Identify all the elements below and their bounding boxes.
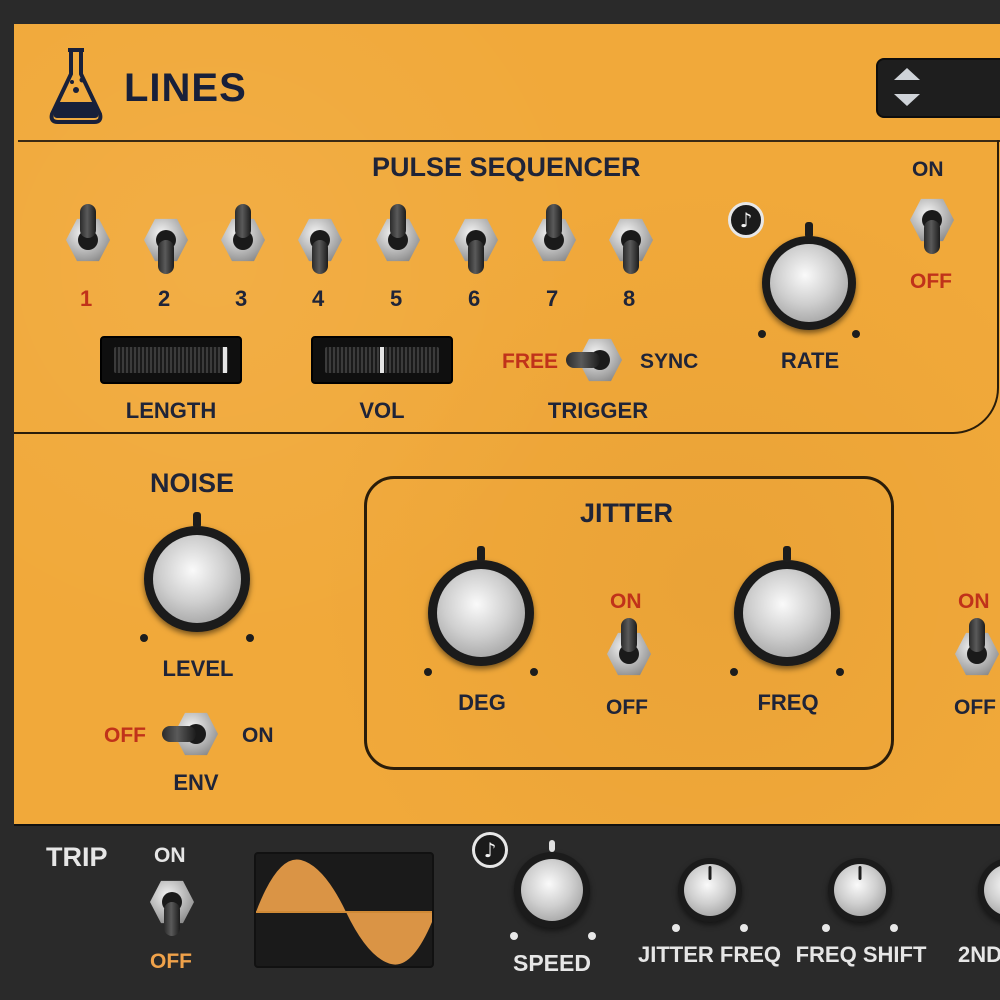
length-slider[interactable] bbox=[100, 336, 242, 384]
sequencer-power-switch[interactable] bbox=[910, 198, 954, 254]
freq-shift-max-dot bbox=[890, 924, 898, 932]
trip-power-switch[interactable] bbox=[150, 880, 194, 936]
noise-level-min-dot bbox=[140, 634, 148, 642]
sine-wave-icon bbox=[256, 859, 432, 965]
jitter-power-switch[interactable] bbox=[607, 618, 651, 676]
waveform-display[interactable] bbox=[254, 852, 434, 968]
trip-on-label: ON bbox=[154, 844, 186, 867]
step-1-switch[interactable] bbox=[66, 204, 110, 262]
sequencer-off-label: OFF bbox=[910, 270, 952, 293]
step-7-switch[interactable] bbox=[532, 204, 576, 262]
right-off-label: OFF bbox=[954, 696, 996, 719]
env-on-label: ON bbox=[242, 724, 274, 747]
jitter-freq-knob[interactable] bbox=[734, 546, 840, 666]
rate-label: RATE bbox=[780, 348, 840, 373]
preset-down-icon[interactable] bbox=[894, 94, 920, 106]
step-5-label: 5 bbox=[390, 286, 403, 311]
vol-slider[interactable] bbox=[311, 336, 453, 384]
trip-jitter-freq-label: JITTER FREQ bbox=[638, 942, 782, 967]
rate-min-dot bbox=[758, 330, 766, 338]
tempo-sync-note-icon[interactable]: ♪ bbox=[728, 202, 764, 238]
rate-knob[interactable] bbox=[762, 222, 856, 330]
step-3-label: 3 bbox=[235, 286, 248, 311]
vol-slider-handle[interactable] bbox=[380, 347, 384, 373]
step-2-switch[interactable] bbox=[144, 218, 188, 274]
trip-off-label: OFF bbox=[150, 950, 192, 973]
length-slider-handle[interactable] bbox=[222, 347, 227, 373]
jitter-freq-max-dot bbox=[836, 668, 844, 676]
speed-label: SPEED bbox=[513, 950, 591, 976]
trigger-switch[interactable] bbox=[566, 338, 622, 382]
trip-speed-knob[interactable] bbox=[514, 840, 590, 928]
rate-max-dot bbox=[852, 330, 860, 338]
speed-min-dot bbox=[510, 932, 518, 940]
step-8-label: 8 bbox=[623, 286, 636, 311]
length-slider-track bbox=[114, 347, 228, 373]
env-label: ENV bbox=[173, 770, 219, 795]
trigger-free-label: FREE bbox=[502, 350, 559, 373]
trip-sync-note-icon[interactable]: ♪ bbox=[472, 832, 508, 868]
step-2-label: 2 bbox=[158, 286, 171, 311]
sequencer-on-label: ON bbox=[912, 158, 944, 181]
step-6-switch[interactable] bbox=[454, 218, 498, 274]
jitter-on-label: ON bbox=[610, 590, 642, 613]
pulse-sequencer-title: PULSE SEQUENCER bbox=[372, 152, 641, 182]
step-1-label: 1 bbox=[80, 286, 93, 311]
env-off-label: OFF bbox=[104, 724, 146, 747]
vol-label: VOL bbox=[359, 398, 405, 423]
jitter-title: JITTER bbox=[580, 498, 674, 528]
step-7-label: 7 bbox=[546, 286, 559, 311]
flask-icon bbox=[49, 48, 103, 124]
step-5-switch[interactable] bbox=[376, 204, 420, 262]
right-power-switch[interactable] bbox=[955, 618, 999, 676]
step-4-switch[interactable] bbox=[298, 218, 342, 274]
noise-title: NOISE bbox=[150, 468, 235, 498]
jitter-freq-label: FREQ bbox=[757, 690, 819, 715]
freq-shift-min-dot bbox=[822, 924, 830, 932]
preset-selector[interactable] bbox=[876, 58, 1000, 118]
noise-level-max-dot bbox=[246, 634, 254, 642]
jitter-deg-min-dot bbox=[424, 668, 432, 676]
trigger-label: TRIGGER bbox=[547, 398, 649, 423]
jitter-deg-max-dot bbox=[530, 668, 538, 676]
trip-freq-shift-knob[interactable] bbox=[828, 858, 892, 922]
step-3-switch[interactable] bbox=[221, 204, 265, 262]
length-label: LENGTH bbox=[125, 398, 217, 423]
right-on-label: ON bbox=[958, 590, 990, 613]
noise-level-knob[interactable] bbox=[144, 512, 250, 632]
env-switch[interactable] bbox=[162, 712, 218, 756]
step-6-label: 6 bbox=[468, 286, 481, 311]
step-8-switch[interactable] bbox=[609, 218, 653, 274]
jitter-freq-min-dot bbox=[730, 668, 738, 676]
jitter-freq-min-dot-2 bbox=[672, 924, 680, 932]
trigger-sync-label: SYNC bbox=[640, 350, 699, 373]
plugin-title: LINES bbox=[124, 66, 247, 110]
trip-title: TRIP bbox=[46, 842, 108, 872]
jitter-off-label: OFF bbox=[606, 696, 648, 719]
step-4-label: 4 bbox=[312, 286, 325, 311]
trip-jitter-freq-knob[interactable] bbox=[678, 858, 742, 922]
jitter-deg-knob[interactable] bbox=[428, 546, 534, 666]
jitter-freq-max-dot-2 bbox=[740, 924, 748, 932]
trip-second-label: 2ND bbox=[958, 942, 1000, 967]
noise-level-label: LEVEL bbox=[162, 656, 234, 681]
preset-up-icon[interactable] bbox=[894, 68, 920, 80]
speed-max-dot bbox=[588, 932, 596, 940]
jitter-deg-label: DEG bbox=[458, 690, 506, 715]
trip-freq-shift-label: FREQ SHIFT bbox=[795, 942, 927, 967]
